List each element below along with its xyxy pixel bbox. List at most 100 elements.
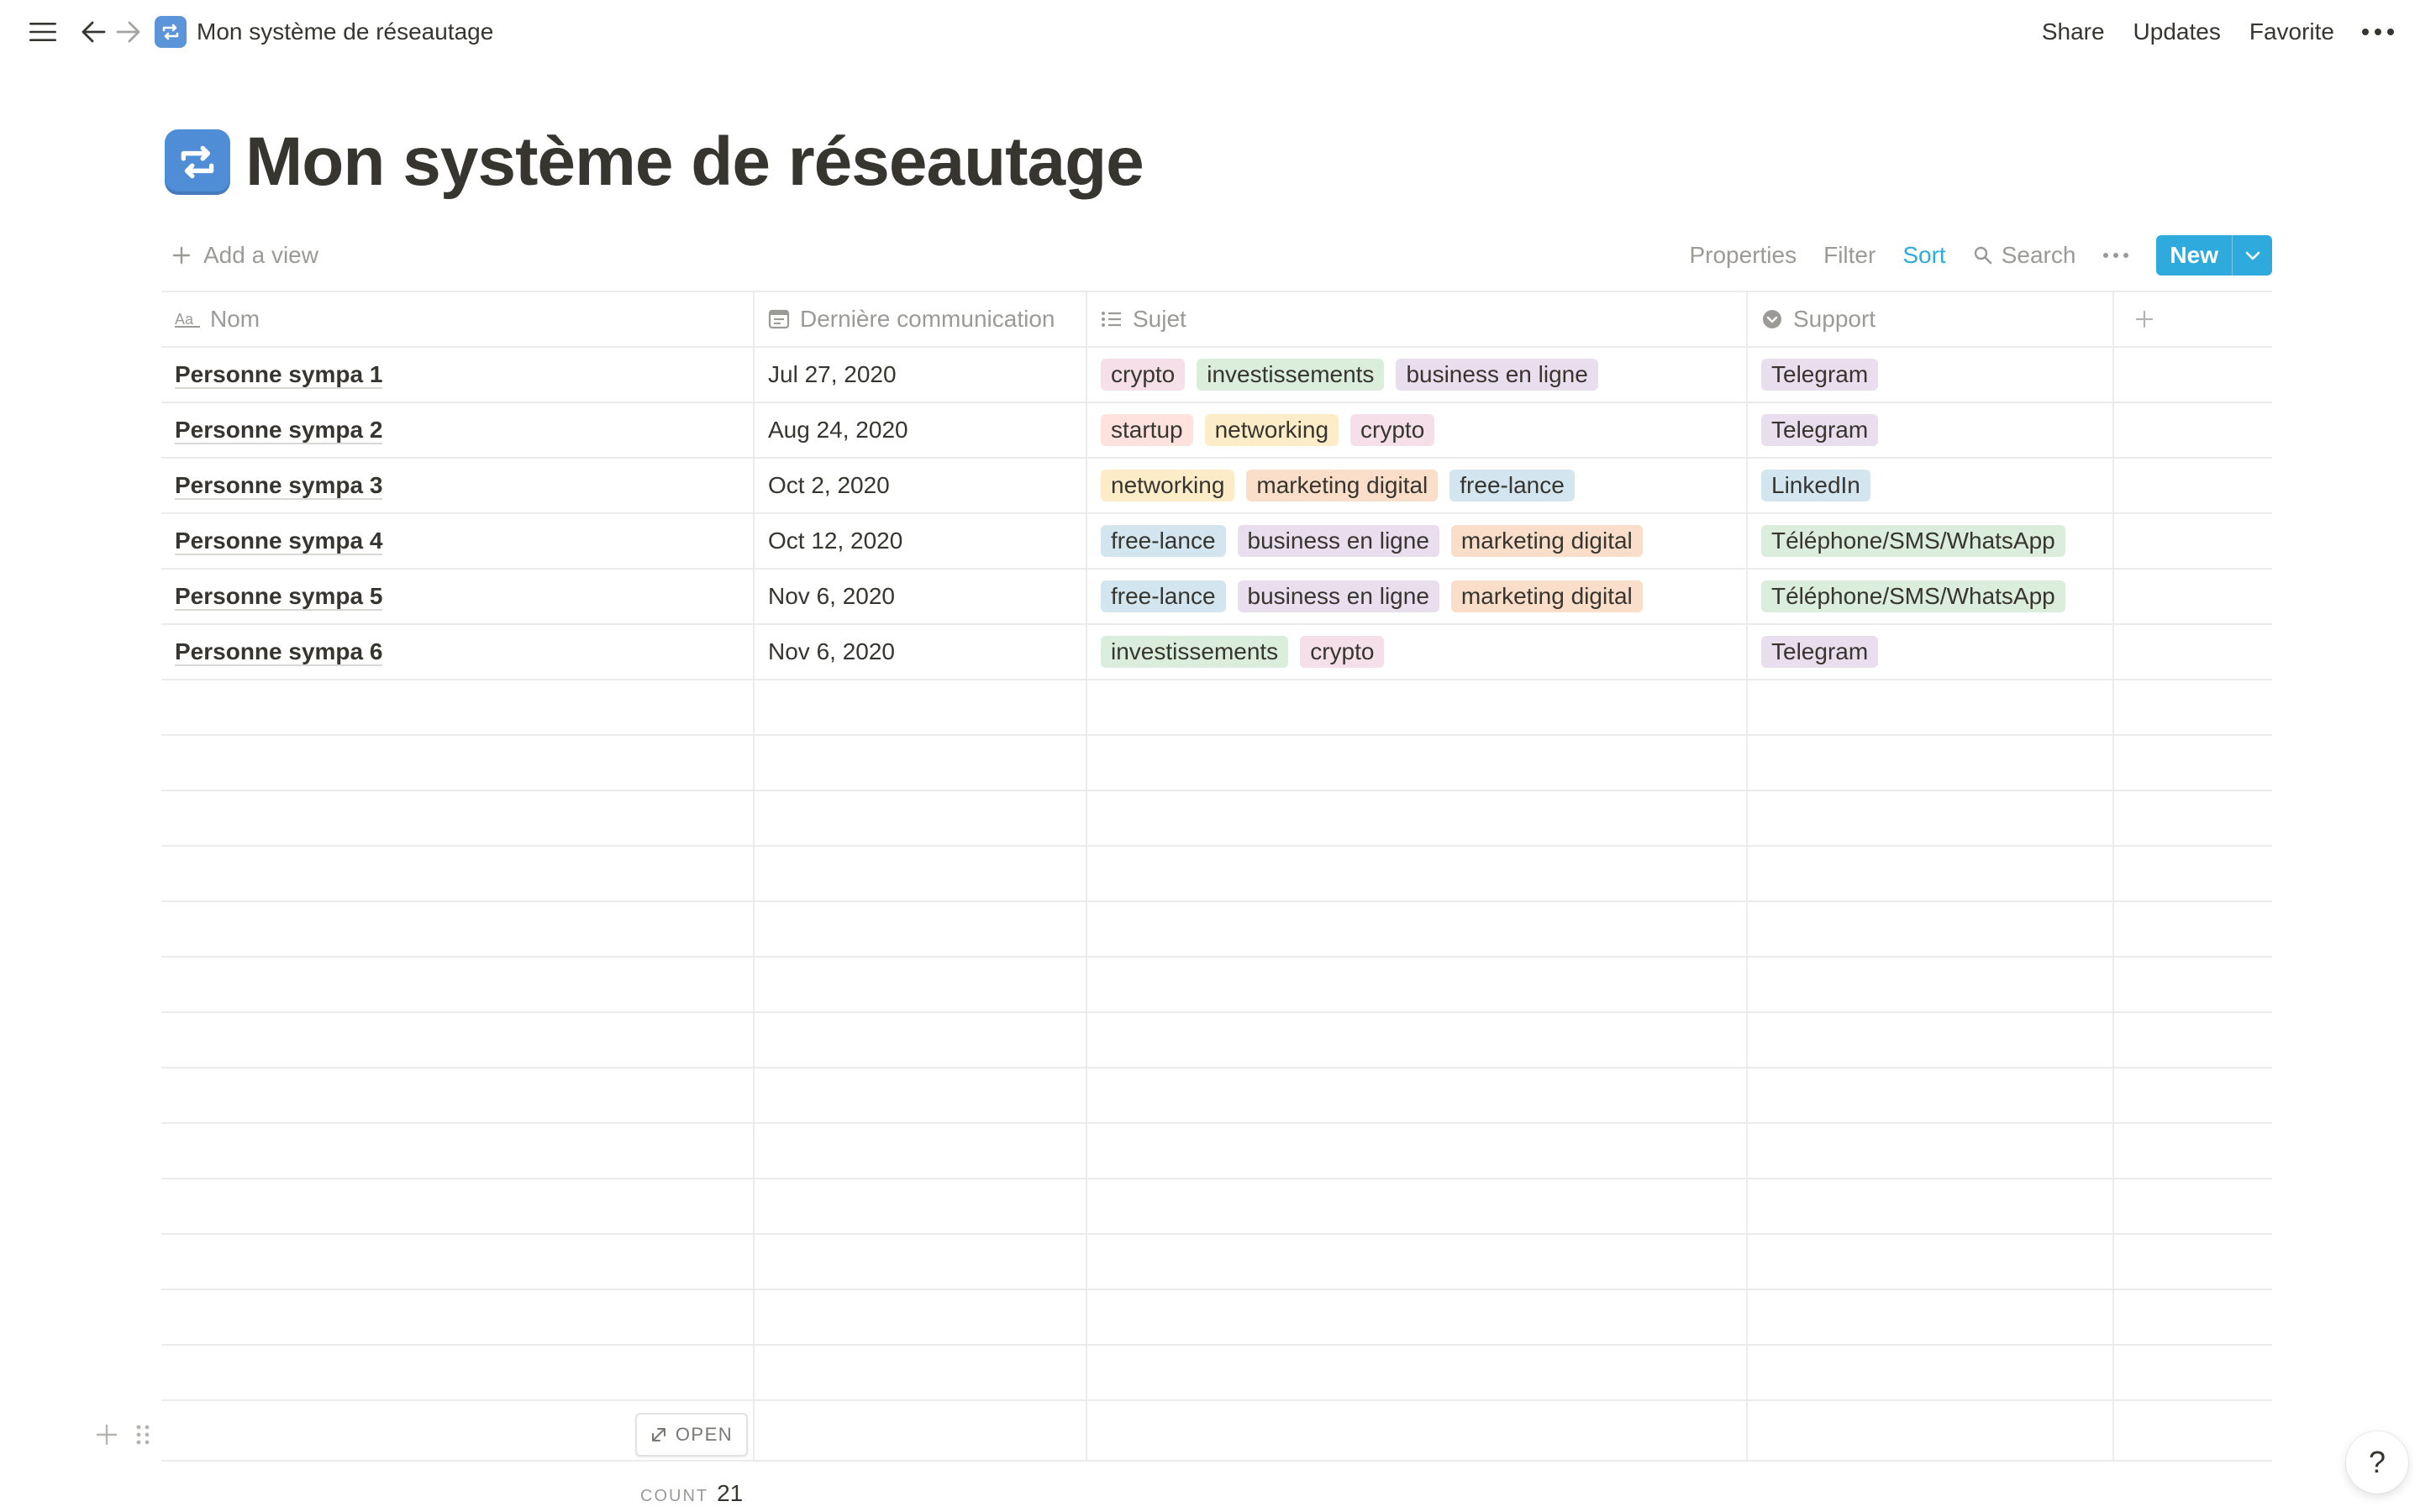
share-button[interactable]: Share (2042, 18, 2105, 45)
drag-handle-icon[interactable] (134, 1422, 151, 1447)
cell-support[interactable] (1748, 1124, 2114, 1178)
sort-button[interactable]: Sort (1902, 242, 1945, 269)
more-options-button[interactable] (2360, 15, 2396, 49)
row-title[interactable]: Personne sympa 5 (175, 583, 383, 611)
cell-sujet[interactable] (1087, 1290, 1748, 1344)
sidebar-toggle-button[interactable] (25, 15, 60, 49)
cell-derniere-communication[interactable] (755, 791, 1087, 845)
page-icon[interactable] (165, 129, 230, 195)
cell-empty[interactable] (2114, 680, 2272, 734)
table-row[interactable] (161, 1013, 2272, 1068)
row-count[interactable]: COUNT 21 (640, 1480, 743, 1507)
row-title[interactable]: Personne sympa 1 (175, 361, 383, 389)
cell-support[interactable] (1748, 736, 2114, 790)
cell-support[interactable] (1748, 1401, 2114, 1460)
cell-nom[interactable]: Personne sympa 5 (161, 570, 755, 623)
cell-empty[interactable] (2114, 958, 2272, 1011)
cell-nom[interactable] (161, 1124, 755, 1178)
cell-derniere-communication[interactable]: Nov 6, 2020 (755, 625, 1087, 679)
cell-support[interactable]: Telegram (1748, 403, 2114, 457)
cell-nom[interactable] (161, 1179, 755, 1233)
row-title[interactable]: Personne sympa 4 (175, 528, 383, 555)
cell-derniere-communication[interactable]: Jul 27, 2020 (755, 348, 1087, 402)
search-button[interactable]: Search (1973, 242, 2075, 269)
table-row[interactable]: Personne sympa 2 Aug 24, 2020 startup netwo… (161, 403, 2272, 459)
back-button[interactable] (76, 15, 111, 49)
cell-empty[interactable] (2114, 791, 2272, 845)
cell-empty[interactable] (2114, 1235, 2272, 1289)
table-row[interactable] (161, 1290, 2272, 1346)
cell-support[interactable]: LinkedIn (1748, 459, 2114, 512)
table-row[interactable] (161, 680, 2272, 736)
cell-support[interactable] (1748, 1068, 2114, 1122)
cell-empty[interactable] (2114, 403, 2272, 457)
cell-nom[interactable] (161, 736, 755, 790)
cell-nom[interactable]: Personne sympa 3 (161, 459, 755, 512)
cell-nom[interactable] (161, 1235, 755, 1289)
forward-button[interactable] (111, 15, 146, 49)
cell-derniere-communication[interactable] (755, 847, 1087, 900)
cell-empty[interactable] (2114, 1013, 2272, 1067)
cell-support[interactable] (1748, 1346, 2114, 1399)
cell-sujet[interactable] (1087, 1013, 1748, 1067)
cell-nom[interactable] (161, 1346, 755, 1399)
cell-sujet[interactable] (1087, 847, 1748, 900)
cell-sujet[interactable]: crypto investissements business en ligne (1087, 348, 1748, 402)
cell-derniere-communication[interactable] (755, 902, 1087, 956)
cell-support[interactable] (1748, 680, 2114, 734)
cell-support[interactable]: Téléphone/SMS/WhatsApp (1748, 514, 2114, 568)
cell-sujet[interactable] (1087, 1068, 1748, 1122)
cell-empty[interactable] (2114, 1401, 2272, 1460)
column-header-nom[interactable]: Aa Nom (161, 292, 755, 346)
help-button[interactable]: ? (2346, 1431, 2408, 1494)
properties-button[interactable]: Properties (1689, 242, 1797, 269)
add-property-button[interactable] (2114, 292, 2272, 346)
cell-sujet[interactable] (1087, 1401, 1748, 1460)
cell-derniere-communication[interactable] (755, 1290, 1087, 1344)
cell-nom[interactable] (161, 1068, 755, 1122)
row-title[interactable]: Personne sympa 3 (175, 472, 383, 500)
breadcrumb[interactable]: Mon système de réseautage (155, 16, 493, 48)
new-button[interactable]: New (2156, 235, 2232, 276)
cell-support[interactable] (1748, 791, 2114, 845)
cell-support[interactable] (1748, 902, 2114, 956)
cell-nom[interactable] (161, 902, 755, 956)
cell-nom[interactable]: Personne sympa 6 (161, 625, 755, 679)
column-header-sujet[interactable]: Sujet (1087, 292, 1748, 346)
cell-empty[interactable] (2114, 1346, 2272, 1399)
row-title[interactable]: Personne sympa 6 (175, 638, 383, 666)
cell-derniere-communication[interactable]: Aug 24, 2020 (755, 403, 1087, 457)
cell-derniere-communication[interactable]: Nov 6, 2020 (755, 570, 1087, 623)
cell-derniere-communication[interactable] (755, 1235, 1087, 1289)
table-row[interactable] (161, 1401, 2272, 1462)
cell-empty[interactable] (2114, 570, 2272, 623)
cell-support[interactable] (1748, 1235, 2114, 1289)
cell-derniere-communication[interactable] (755, 1124, 1087, 1178)
cell-sujet[interactable]: free-lance business en ligne marketing dig… (1087, 514, 1748, 568)
cell-sujet[interactable] (1087, 1235, 1748, 1289)
cell-sujet[interactable] (1087, 1124, 1748, 1178)
favorite-button[interactable]: Favorite (2249, 18, 2334, 45)
cell-derniere-communication[interactable] (755, 1068, 1087, 1122)
cell-derniere-communication[interactable] (755, 680, 1087, 734)
cell-nom[interactable] (161, 680, 755, 734)
cell-sujet[interactable] (1087, 1179, 1748, 1233)
updates-button[interactable]: Updates (2133, 18, 2221, 45)
cell-empty[interactable] (2114, 1068, 2272, 1122)
cell-empty[interactable] (2114, 625, 2272, 679)
cell-nom[interactable]: Personne sympa 1 (161, 348, 755, 402)
table-row[interactable] (161, 1179, 2272, 1235)
table-row[interactable] (161, 1235, 2272, 1290)
table-row[interactable] (161, 847, 2272, 902)
cell-support[interactable]: Telegram (1748, 625, 2114, 679)
table-row[interactable] (161, 791, 2272, 847)
plus-icon[interactable] (94, 1422, 119, 1447)
cell-nom[interactable]: Personne sympa 4 (161, 514, 755, 568)
cell-sujet[interactable] (1087, 1346, 1748, 1399)
open-row-button[interactable]: OPEN (635, 1413, 748, 1457)
cell-support[interactable] (1748, 1013, 2114, 1067)
cell-derniere-communication[interactable] (755, 1401, 1087, 1460)
cell-sujet[interactable] (1087, 902, 1748, 956)
row-title[interactable]: Personne sympa 2 (175, 417, 383, 444)
cell-support[interactable] (1748, 1179, 2114, 1233)
